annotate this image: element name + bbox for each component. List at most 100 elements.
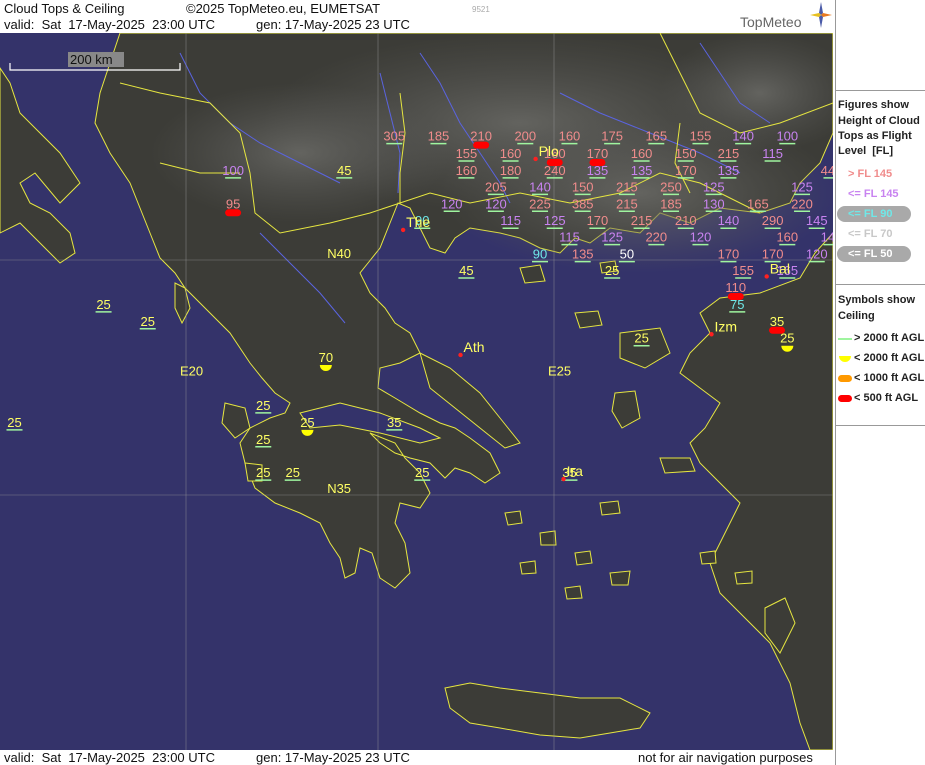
cloud-top-marker: 305 <box>383 129 405 145</box>
legend-divider-top <box>836 90 925 91</box>
cloud-top-value: 185 <box>660 196 682 211</box>
fl-legend-label: <= FL 145 <box>848 188 899 200</box>
cloud-top-marker: 445 <box>821 163 833 179</box>
samos-coast <box>659 457 696 474</box>
grid-coordinate-label: E25 <box>548 364 571 379</box>
cloud-top-value: 120 <box>441 196 463 211</box>
cloud-top-value: 25 <box>285 465 299 480</box>
legend-panel: Figures show Height of Cloud Tops as Fli… <box>835 0 925 765</box>
city-label: The <box>406 214 430 230</box>
grid-coordinate-label: N40 <box>327 246 351 261</box>
scale-bar-label: 200 km <box>70 52 113 67</box>
cloud-top-marker: 115 <box>500 213 521 229</box>
cloud-top-value: 150 <box>572 179 594 194</box>
cloud-top-marker: 25 <box>6 415 23 431</box>
cloud-top-value: 125 <box>791 179 813 194</box>
cloud-top-marker: 180 <box>500 163 522 179</box>
ceiling-legend-pill-icon <box>838 395 852 402</box>
city-label: Izm <box>715 318 738 334</box>
cloud-top-marker: 95 <box>225 196 242 217</box>
cloud-top-marker: 215 <box>718 146 740 162</box>
cloud-top-value: 95 <box>226 196 240 211</box>
cloud-top-value: 135 <box>631 163 653 178</box>
cloud-top-value: 25 <box>256 432 270 447</box>
cloud-top-value: 135 <box>572 247 594 262</box>
cloud-top-marker: 120 <box>806 247 828 263</box>
cloud-top-marker: 125 <box>703 179 725 196</box>
cloud-top-value: 165 <box>645 129 667 144</box>
cloud-top-value: 130 <box>703 196 725 211</box>
cloud-top-value: 170 <box>587 213 609 228</box>
valid-time-header: valid: Sat 17-May-2025 23:00 UTC <box>4 17 215 32</box>
cloud-top-marker: 170 <box>762 247 783 263</box>
cloud-top-value: 25 <box>96 297 110 312</box>
cloud-top-value: 25 <box>634 331 648 346</box>
disclaimer-text: not for air navigation purposes <box>638 750 813 765</box>
cloud-top-marker: 160 <box>559 129 580 145</box>
cyclades-4 <box>609 570 631 586</box>
city-dot-icon <box>709 332 714 337</box>
cloud-top-value: 185 <box>428 129 450 144</box>
header-bar: Cloud Tops & Ceiling ©2025 TopMeteo.eu, … <box>0 0 835 33</box>
city-dot-icon <box>764 274 769 279</box>
cloud-top-value: 45 <box>337 163 351 178</box>
cloud-top-marker: 125 <box>791 179 813 196</box>
cloud-top-value: 35 <box>770 314 784 329</box>
cloud-top-marker: 155 <box>690 129 712 145</box>
cloud-top-marker: 290 <box>762 213 783 229</box>
cloud-top-value: 180 <box>500 163 522 178</box>
legend-divider-bottom <box>836 425 925 426</box>
cloud-top-value: 140 <box>718 213 740 228</box>
cloud-top-value: 115 <box>762 146 783 161</box>
cloud-top-marker: 75 <box>729 297 746 313</box>
cloud-top-marker: 250 <box>660 179 682 196</box>
generated-time-footer: gen: 17-May-2025 23 UTC <box>256 750 410 765</box>
cloud-top-value: 155 <box>456 146 478 161</box>
cloud-top-marker: 215 <box>616 179 638 196</box>
cloud-top-marker: 165 <box>747 196 769 213</box>
cloud-top-marker: 100 <box>776 129 798 145</box>
cloud-top-marker: 90 <box>532 247 549 263</box>
satellite-map[interactable]: 200 km 305 185 210 200 160 175 165 155 140 100 155… <box>0 33 833 750</box>
figures-title-line-4: Level [FL] <box>838 145 894 157</box>
dodecanese-1 <box>699 550 717 565</box>
cloud-top-value: 170 <box>675 163 697 178</box>
cloud-top-value: 135 <box>587 163 609 178</box>
cloud-top-marker: 115 <box>559 230 580 246</box>
cloud-top-marker: 160 <box>631 146 652 162</box>
cloud-top-marker: 155 <box>456 146 478 162</box>
generated-time-header: gen: 17-May-2025 23 UTC <box>256 17 410 32</box>
cloud-top-marker: 25 <box>255 398 272 414</box>
cloud-top-value: 25 <box>415 465 429 480</box>
cloud-top-value: 45 <box>459 263 473 278</box>
city-dot-icon <box>458 352 463 358</box>
dodecanese-2 <box>734 570 753 585</box>
city-label: Bal <box>770 260 790 276</box>
legend-divider-mid <box>836 284 925 285</box>
cloud-top-value: 115 <box>500 213 521 228</box>
cloud-top-marker: 25 <box>284 465 301 481</box>
cloud-top-value: 125 <box>544 213 566 228</box>
cloud-top-marker: 140 <box>529 179 551 196</box>
cyclades-3 <box>574 550 593 566</box>
cloud-top-value: 140 <box>821 230 833 245</box>
cloud-top-value: 155 <box>690 129 712 144</box>
cloud-top-marker: 25 <box>780 331 795 352</box>
figures-title-line-3: Tops as Flight <box>838 130 912 142</box>
cloud-top-marker: 220 <box>645 230 667 246</box>
cloud-top-marker: 120 <box>690 230 711 246</box>
cloud-top-value: 100 <box>776 129 798 144</box>
cloud-top-marker: 140 <box>718 213 740 229</box>
ceiling-legend-pill-icon <box>838 375 852 382</box>
cloud-top-marker: 225 <box>529 196 551 213</box>
ceiling-legend-half-circle-icon <box>839 356 851 362</box>
cloud-top-marker: 240 <box>544 163 566 179</box>
cloud-top-value: 220 <box>791 196 813 211</box>
cloud-top-marker: 25 <box>139 314 156 330</box>
cloud-top-marker: 125 <box>601 230 623 246</box>
fl-legend-label: <= FL 90 <box>848 208 893 220</box>
cloud-top-value: 120 <box>806 247 828 262</box>
valid-time-footer: valid: Sat 17-May-2025 23:00 UTC <box>4 750 215 765</box>
cloud-top-value: 215 <box>718 146 740 161</box>
cloud-top-value: 175 <box>601 129 623 144</box>
